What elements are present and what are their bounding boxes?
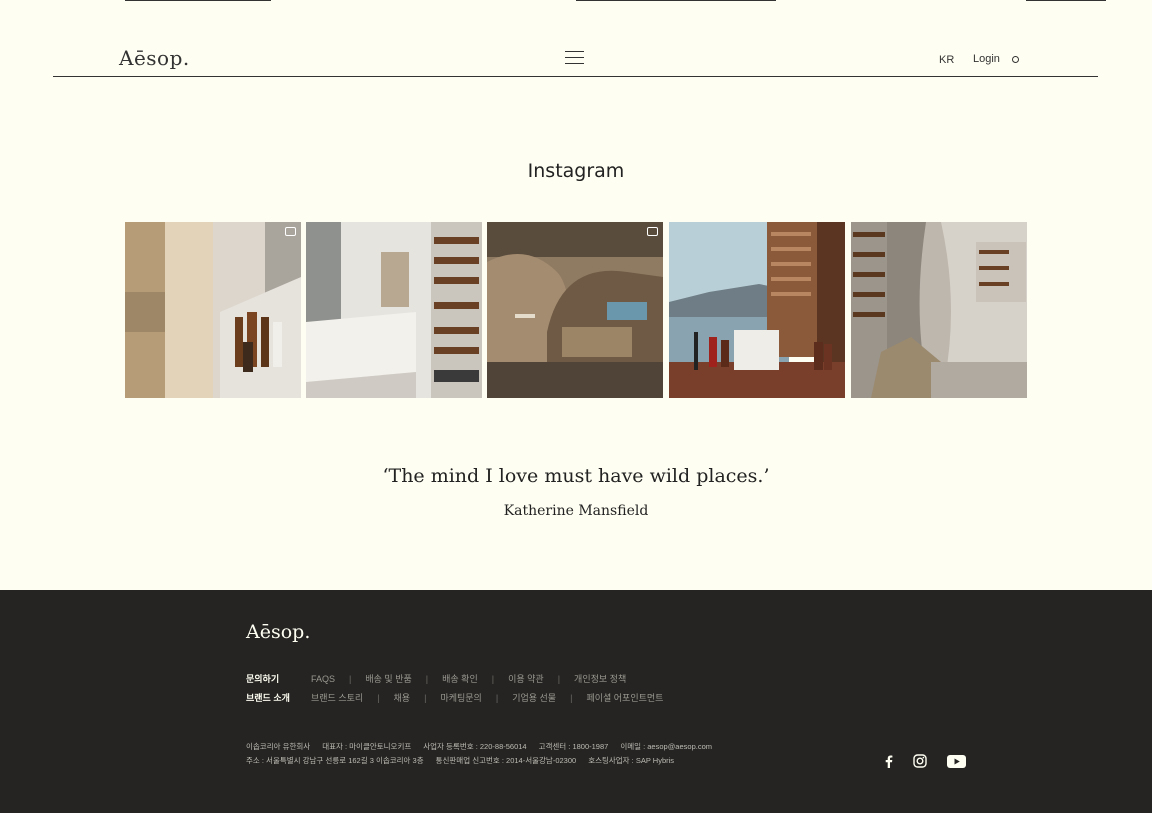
- post-image: [669, 222, 845, 398]
- facebook-icon[interactable]: [882, 755, 896, 768]
- footer-link-facial-appointment[interactable]: 페이셜 어포인트먼트: [586, 691, 663, 704]
- post-image: [851, 222, 1027, 398]
- post-image: [487, 222, 663, 398]
- email-contact[interactable]: 이메일 : aesop@aesop.com: [620, 741, 712, 752]
- footer-link-faqs[interactable]: FAQS: [311, 674, 335, 684]
- instagram-icon[interactable]: [913, 754, 927, 768]
- separator: |: [377, 692, 380, 703]
- post-image: [306, 222, 482, 398]
- separator: |: [491, 673, 495, 684]
- brand-logo[interactable]: Aēsop.: [119, 46, 190, 70]
- footer-link-brand-story[interactable]: 브랜드 스토리: [311, 691, 363, 704]
- footer-link-order-tracking[interactable]: 배송 확인: [442, 672, 478, 685]
- separator: |: [495, 692, 499, 703]
- ecommerce-registration: 통신판매업 신고번호 : 2014-서울강남-02300: [435, 756, 577, 765]
- top-rule: [125, 0, 271, 1]
- top-rule: [1026, 0, 1106, 1]
- language-selector[interactable]: KR: [939, 54, 954, 66]
- company-ceo: 대표자 : 마이클안토니오키프: [322, 742, 412, 751]
- footer-link-privacy[interactable]: 개인정보 정책: [574, 672, 626, 685]
- footer-link-terms[interactable]: 이용 약관: [508, 672, 544, 685]
- separator: |: [424, 692, 427, 703]
- top-rule: [576, 0, 776, 1]
- menu-icon[interactable]: [565, 51, 584, 65]
- footer-company-info: 이솝코리아 유한회사 대표자 : 마이클안토니오키프 사업자 등록번호 : 22…: [246, 741, 712, 752]
- footer-link-careers[interactable]: 채용: [394, 691, 411, 704]
- footer-logo[interactable]: Aēsop.: [246, 621, 310, 643]
- footer-link-shipping-returns[interactable]: 배송 및 반품: [365, 672, 411, 685]
- instagram-post[interactable]: [851, 222, 1027, 398]
- separator: |: [557, 673, 561, 684]
- business-registration: 사업자 등록번호 : 220-88-56014: [423, 742, 527, 751]
- footer-link-marketing[interactable]: 마케팅문의: [440, 691, 481, 704]
- footer-brand-row: 브랜드 소개 브랜드 스토리 | 채용 | 마케팅문의 | 기업용 선물 | 페…: [246, 691, 663, 704]
- customer-center: 고객센터 : 1800-1987: [538, 742, 609, 751]
- footer-contact-row: 문의하기 FAQS | 배송 및 반품 | 배송 확인 | 이용 약관 | 개인…: [246, 672, 626, 685]
- hosting-provider: 호스팅사업자 : SAP Hybris: [588, 756, 675, 765]
- instagram-post[interactable]: [306, 222, 482, 398]
- company-name: 이솝코리아 유한회사: [246, 742, 311, 751]
- separator: |: [349, 673, 352, 684]
- footer-contact-heading: 문의하기: [246, 674, 280, 684]
- instagram-post[interactable]: [487, 222, 663, 398]
- footer-link-corporate-gifts[interactable]: 기업용 선물: [512, 691, 556, 704]
- instagram-grid: [125, 222, 1027, 398]
- separator: |: [425, 673, 429, 684]
- instagram-post[interactable]: [669, 222, 845, 398]
- quote-author: Katherine Mansfield: [503, 503, 649, 519]
- separator: |: [570, 692, 573, 703]
- site-header: Aēsop. KR Login: [53, 38, 1098, 77]
- post-image: [125, 222, 301, 398]
- youtube-icon[interactable]: [947, 754, 966, 768]
- footer-brand-heading: 브랜드 소개: [246, 693, 290, 703]
- video-icon: [285, 227, 296, 236]
- instagram-post[interactable]: [125, 222, 301, 398]
- company-address: 주소 : 서울특별시 강남구 선릉로 162길 3 이솝코리아 3층: [246, 756, 424, 765]
- login-link[interactable]: Login: [973, 53, 1000, 65]
- search-icon[interactable]: [1012, 56, 1019, 63]
- gallery-icon: [647, 227, 658, 236]
- quote-text: ‘The mind I love must have wild places.’: [382, 465, 770, 487]
- instagram-title: Instagram: [527, 160, 625, 182]
- footer-address-info: 주소 : 서울특별시 강남구 선릉로 162길 3 이솝코리아 3층 통신판매업…: [246, 755, 674, 766]
